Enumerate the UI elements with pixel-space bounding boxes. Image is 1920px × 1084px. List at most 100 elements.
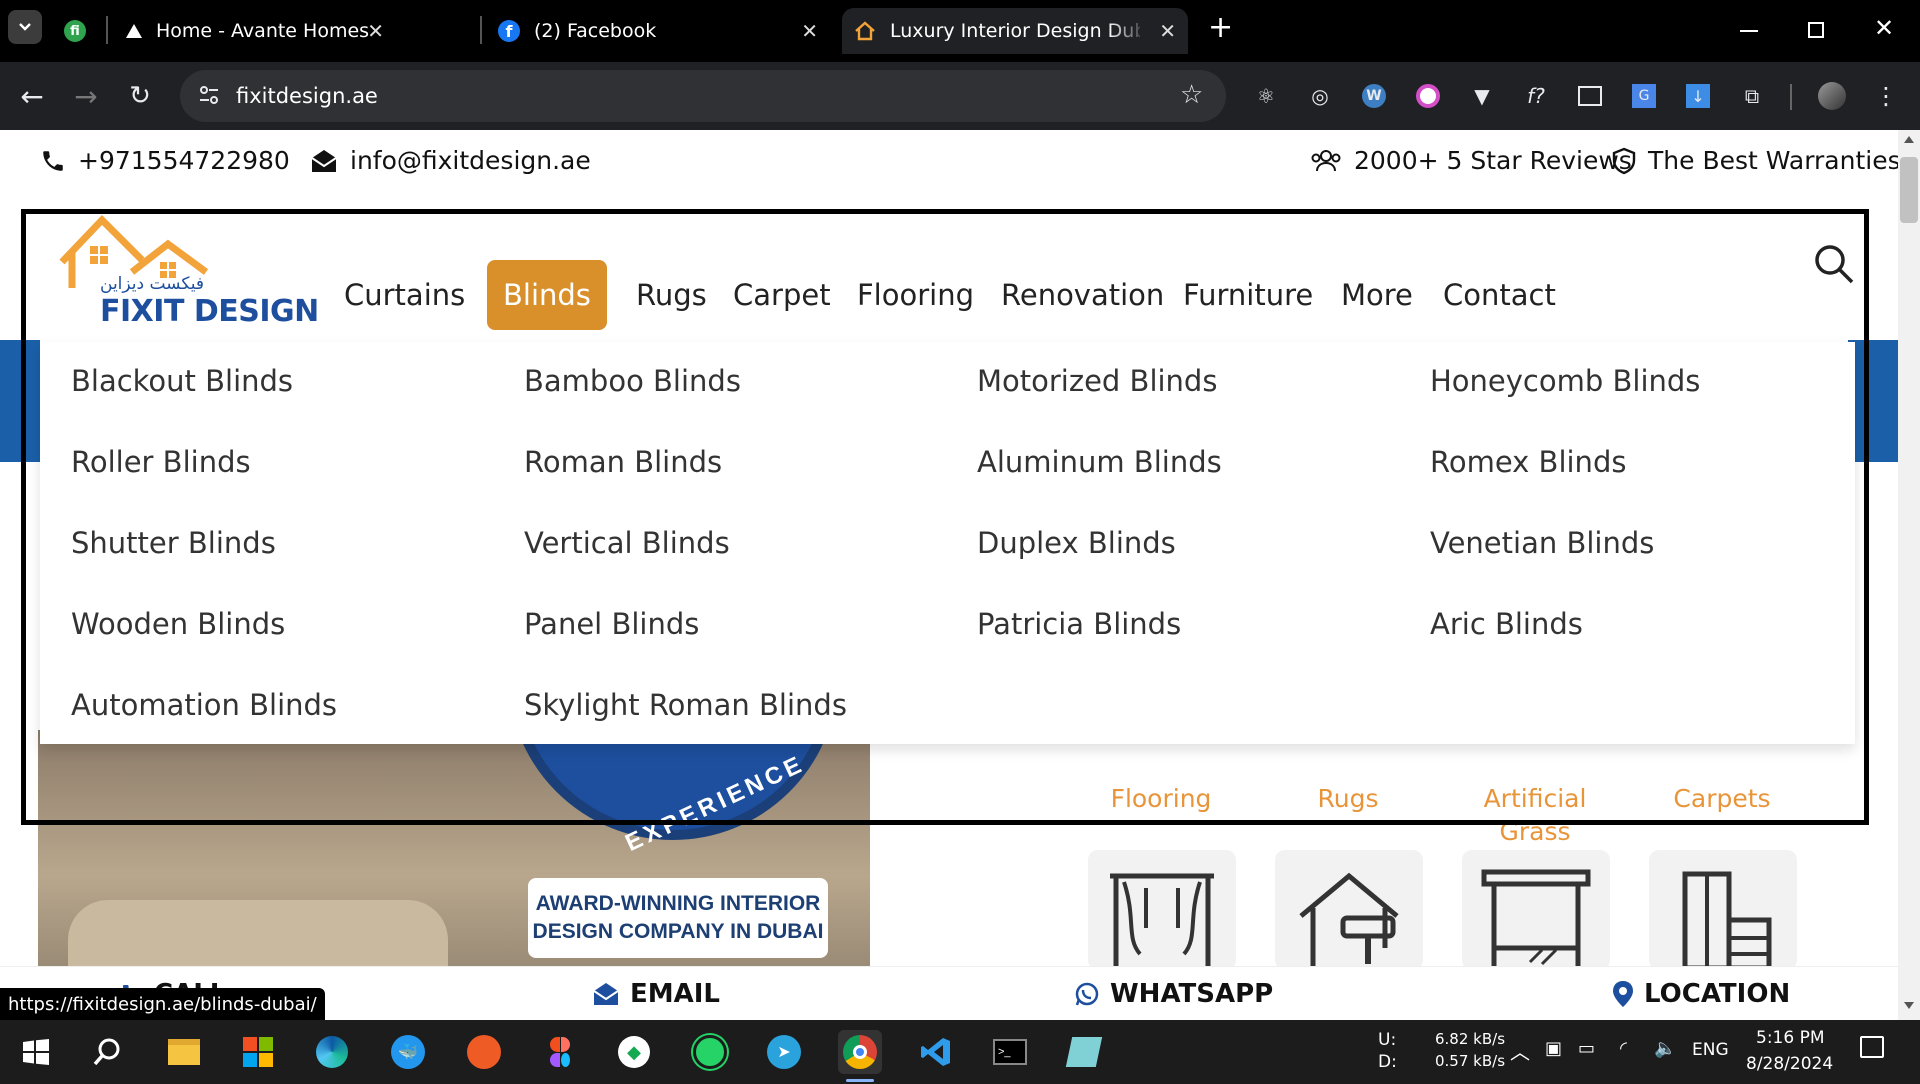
react-extension-icon[interactable]: ⚛ [1252,82,1280,110]
link-status-bubble: https://fixitdesign.ae/blinds-dubai/ [0,988,325,1022]
warranty-badge: The Best Warranties [1612,146,1898,175]
docker-icon[interactable]: 🐳 [386,1030,430,1074]
email-label: EMAIL [630,979,720,1009]
file-explorer-icon[interactable] [162,1030,206,1074]
taskbar-search-icon[interactable] [86,1030,130,1074]
color-picker-extension-icon[interactable] [1414,82,1442,110]
wardrobe-icon [1682,871,1772,968]
meet-now-icon[interactable]: ▣ [1545,1038,1562,1059]
browser-tab-bar: fi Home - Avante Homes ✕ f (2) Facebook … [0,0,1920,62]
windows-taskbar: 🐳 ◆ ➤ >_ U: D: 6.82 kB/s 0.57 kB/s ︿ ▣ ▭… [0,1020,1920,1084]
email-address: info@fixitdesign.ae [350,146,591,175]
browser-toolbar: ← → ↻ fixitdesign.ae ☆ ⚛ ◎ W ▼ f? G ↓ ⧉ … [0,62,1920,130]
chevron-down-icon [19,23,31,31]
tab-search-button[interactable] [8,10,42,44]
font-extension-icon[interactable]: f? [1522,82,1550,110]
whatsapp-icon [1075,982,1099,1006]
terminal-icon[interactable]: >_ [988,1030,1032,1074]
tab-divider [106,16,108,44]
download-extension-icon[interactable]: ↓ [1684,82,1712,110]
tab-fixit-admin[interactable]: fi [60,8,104,54]
chrome-icon[interactable] [838,1030,882,1082]
category-card-furniture[interactable] [1649,850,1797,970]
edge-browser-icon[interactable] [310,1030,354,1074]
triangle-favicon-icon [126,20,142,42]
postman-icon[interactable] [462,1030,506,1074]
windows-start-button[interactable] [14,1030,58,1074]
map-pin-icon [1613,981,1633,1007]
phone-link[interactable]: +971554722980 [40,146,290,175]
wifi-icon[interactable]: ◜ [1620,1038,1627,1059]
scrollbar-thumb[interactable] [1900,157,1918,223]
close-tab-icon[interactable]: ✕ [1159,19,1176,43]
envelope-open-icon [311,149,337,172]
browser-menu-icon[interactable]: ⋮ [1872,82,1900,110]
reviews-text: 2000+ 5 Star Reviews [1354,146,1632,175]
net-up-label: U: [1378,1030,1397,1050]
location-label: LOCATION [1644,979,1791,1009]
site-settings-icon[interactable] [198,84,220,111]
new-tab-button[interactable]: + [1208,10,1233,45]
email-link[interactable]: info@fixitdesign.ae [310,146,591,175]
telegram-icon[interactable]: ➤ [762,1030,806,1074]
whatsapp-button[interactable]: WHATSAPP [1074,979,1273,1009]
toolbar-divider [1790,84,1792,110]
vuetify-extension-icon[interactable]: ▼ [1468,82,1496,110]
address-bar[interactable]: fixitdesign.ae ☆ [180,70,1226,122]
volume-icon[interactable]: 🔈 [1654,1038,1676,1059]
scroll-up-arrow-icon[interactable] [1904,136,1914,143]
category-card-curtains[interactable] [1088,850,1236,970]
tab-title: (2) Facebook [534,20,657,42]
bookmark-star-icon[interactable]: ☆ [1180,80,1203,110]
whatsapp-label: WHATSAPP [1110,979,1274,1009]
url-text[interactable]: fixitdesign.ae [236,84,378,108]
clock-time[interactable]: 5:16 PM [1756,1028,1825,1048]
minimize-window-icon[interactable] [1740,30,1758,32]
phone-icon [43,150,63,171]
language-indicator[interactable]: ENG [1692,1040,1729,1060]
email-button[interactable]: EMAIL [592,979,720,1009]
reload-icon[interactable]: ↻ [120,76,160,116]
close-tab-icon[interactable]: ✕ [367,19,384,43]
highlight-frame [21,209,1869,825]
hero-caption-line2: DESIGN COMPANY IN DUBAI [532,920,824,943]
facebook-icon: f [498,20,520,42]
microsoft-store-icon[interactable] [236,1030,280,1074]
warranty-text: The Best Warranties [1648,146,1898,175]
mongodb-compass-icon[interactable]: ◆ [612,1030,656,1074]
scroll-down-arrow-icon[interactable] [1904,1002,1914,1009]
net-upload-speed: 6.82 kB/s [1435,1030,1506,1048]
tab-divider [480,16,482,44]
house-paint-roller-icon [1299,872,1399,968]
hero-caption: AWARD-WINNING INTERIOR DESIGN COMPANY IN… [528,878,828,958]
tab-avante-homes[interactable]: Home - Avante Homes ✕ [116,8,396,54]
back-arrow-icon[interactable]: ← [12,76,52,116]
extensions-puzzle-icon[interactable]: ⧉ [1738,82,1766,110]
forward-arrow-icon[interactable]: → [66,76,106,116]
notepad-app-icon[interactable] [1062,1030,1106,1074]
notification-center-icon[interactable] [1860,1036,1884,1058]
show-hidden-icons-chevron-icon[interactable]: ︿ [1510,1036,1530,1065]
shield-icon [1612,147,1636,174]
restore-window-icon[interactable] [1808,22,1824,38]
users-icon [1311,149,1341,171]
category-card-blinds[interactable] [1462,850,1610,970]
tab-fixit-design-active[interactable]: Luxury Interior Design Dubai Co ✕ [842,8,1188,54]
category-card-renovation[interactable] [1275,850,1423,970]
page-scrollbar[interactable] [1898,130,1920,1020]
close-tab-icon[interactable]: ✕ [801,19,818,43]
figma-icon[interactable] [538,1030,582,1074]
whatsapp-app-icon[interactable] [688,1030,732,1074]
profile-avatar[interactable] [1818,82,1846,110]
clock-date[interactable]: 8/28/2024 [1746,1054,1833,1074]
battery-icon[interactable]: ▭ [1578,1038,1595,1059]
vscode-icon[interactable] [914,1030,958,1074]
screen-extension-icon[interactable] [1576,82,1604,110]
wordpress-extension-icon[interactable]: W [1360,82,1388,110]
target-extension-icon[interactable]: ◎ [1306,82,1334,110]
location-button[interactable]: LOCATION [1612,979,1790,1009]
phone-number: +971554722980 [78,146,290,175]
tab-facebook[interactable]: f (2) Facebook ✕ [488,8,830,54]
close-window-icon[interactable]: ✕ [1874,14,1894,42]
translate-extension-icon[interactable]: G [1630,82,1658,110]
